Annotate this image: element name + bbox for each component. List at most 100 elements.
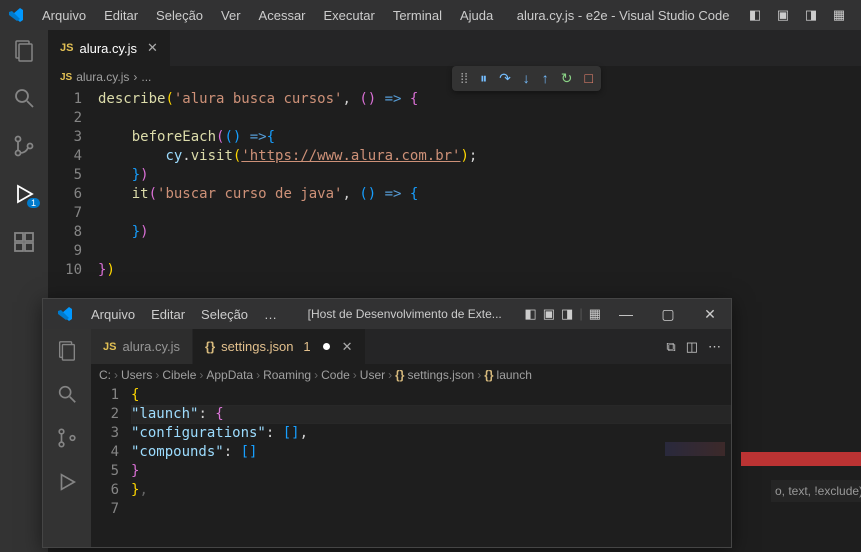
breadcrumb-more[interactable]: ...	[141, 70, 151, 84]
run-debug-icon[interactable]: 1	[12, 182, 36, 206]
debug-badge: 1	[27, 198, 40, 208]
json-file-icon: {}	[205, 339, 215, 354]
sub-code-lines[interactable]: { "launch": { "configurations": [], "com…	[131, 386, 731, 519]
modified-count: 1	[303, 339, 310, 354]
minimap-region	[665, 442, 725, 456]
bc-seg[interactable]: Code	[321, 368, 350, 382]
menu-ver[interactable]: Ver	[213, 4, 249, 27]
bc-seg[interactable]: launch	[497, 368, 532, 382]
tab-label: alura.cy.js	[79, 41, 137, 56]
extension-host-window[interactable]: Arquivo Editar Seleção … [Host de Desenv…	[42, 298, 732, 548]
menu-editar[interactable]: Editar	[96, 4, 146, 27]
panel-left-icon[interactable]: ◧	[524, 306, 536, 322]
main-menu: Arquivo Editar Seleção Ver Acessar Execu…	[34, 4, 501, 27]
sub-breadcrumb[interactable]: C:› Users› Cibele› AppData› Roaming› Cod…	[91, 364, 731, 386]
debug-restart-icon[interactable]: ↻	[561, 70, 573, 87]
breadcrumb-file[interactable]: alura.cy.js	[76, 70, 129, 84]
sub-titlebar: Arquivo Editar Seleção … [Host de Desenv…	[43, 299, 731, 329]
braces-icon: {}	[484, 368, 493, 382]
js-file-icon: JS	[103, 341, 116, 353]
sub-main-menu: Arquivo Editar Seleção …	[83, 303, 285, 326]
sub-window-title: [Host de Desenvolvimento de Exte...	[285, 307, 524, 321]
menu-terminal[interactable]: Terminal	[385, 4, 450, 27]
panel-bottom-icon[interactable]: ▣	[543, 306, 555, 322]
tab-label: settings.json	[221, 339, 293, 354]
vscode-logo-icon	[57, 306, 73, 322]
sub-menu-more[interactable]: …	[256, 303, 285, 326]
compare-icon[interactable]: ⧉	[666, 339, 675, 355]
debug-pause-icon[interactable]: ⏸	[480, 70, 487, 87]
layout-icon[interactable]: ▦	[829, 7, 849, 23]
bc-seg[interactable]: User	[360, 368, 385, 382]
line-gutter: 12345678910	[48, 90, 98, 280]
sub-activity-bar	[43, 329, 91, 547]
debug-step-into-icon[interactable]: ↓	[523, 70, 530, 87]
menu-acessar[interactable]: Acessar	[251, 4, 314, 27]
toggle-panel-bottom-icon[interactable]: ▣	[773, 7, 793, 23]
panel-right-icon[interactable]: ◨	[561, 306, 573, 322]
debug-step-out-icon[interactable]: ↑	[542, 70, 549, 87]
bc-seg[interactable]: settings.json	[407, 368, 474, 382]
tab-alura[interactable]: JS alura.cy.js ✕	[48, 30, 171, 66]
source-control-icon[interactable]	[12, 134, 36, 158]
sub-menu-arquivo[interactable]: Arquivo	[83, 303, 143, 326]
vscode-logo-icon	[8, 7, 24, 23]
minimize-icon[interactable]: —	[609, 306, 643, 323]
tab-bar: JS alura.cy.js ✕	[48, 30, 861, 66]
search-icon[interactable]	[12, 86, 36, 110]
sub-editor: JS alura.cy.js {} settings.json 1 ✕ ⧉ ◫ …	[91, 329, 731, 547]
search-icon[interactable]	[56, 383, 78, 405]
sub-menu-editar[interactable]: Editar	[143, 303, 193, 326]
run-debug-icon[interactable]	[56, 471, 78, 493]
code-lines[interactable]: describe('alura busca cursos', () => { b…	[98, 90, 861, 280]
split-editor-icon[interactable]: ◫	[686, 339, 698, 355]
sub-layout-controls: ◧ ▣ ◨ | ▦	[524, 306, 601, 322]
popup-tail: o, text, !exclude)	[771, 480, 861, 502]
sub-menu-selecao[interactable]: Seleção	[193, 303, 256, 326]
debug-drag-handle-icon[interactable]: ⁞⁞	[460, 70, 468, 87]
tab-actions: ⧉ ◫ ⋯	[666, 339, 731, 355]
bc-seg[interactable]: C:	[99, 368, 111, 382]
menu-ajuda[interactable]: Ajuda	[452, 4, 501, 27]
debug-toolbar[interactable]: ⁞⁞ ⏸ ↷ ↓ ↑ ↻ □	[452, 66, 601, 91]
sub-code-area[interactable]: 1234567 { "launch": { "configurations": …	[91, 386, 731, 519]
toggle-panel-right-icon[interactable]: ◨	[801, 7, 821, 23]
activity-bar: 1	[0, 30, 48, 552]
explorer-icon[interactable]	[12, 38, 36, 62]
toggle-panel-left-icon[interactable]: ◧	[745, 7, 765, 23]
close-icon[interactable]: ✕	[147, 40, 158, 56]
more-actions-icon[interactable]: ⋯	[708, 339, 721, 355]
titlebar: Arquivo Editar Seleção Ver Acessar Execu…	[0, 0, 861, 30]
bc-seg[interactable]: Users	[121, 368, 152, 382]
sub-tab-bar: JS alura.cy.js {} settings.json 1 ✕ ⧉ ◫ …	[91, 329, 731, 364]
json-file-icon: {}	[395, 368, 404, 382]
tab-label: alura.cy.js	[122, 339, 180, 354]
window-title: alura.cy.js - e2e - Visual Studio Code	[501, 8, 745, 23]
menu-arquivo[interactable]: Arquivo	[34, 4, 94, 27]
menu-executar[interactable]: Executar	[316, 4, 383, 27]
js-file-icon: JS	[60, 42, 73, 54]
code-area[interactable]: 12345678910 describe('alura busca cursos…	[48, 88, 861, 280]
sub-tab-alura[interactable]: JS alura.cy.js	[91, 329, 193, 364]
extensions-icon[interactable]	[12, 230, 36, 254]
modified-indicator-icon	[323, 343, 330, 350]
close-window-icon[interactable]: ✕	[693, 306, 727, 323]
js-file-icon: JS	[60, 72, 72, 83]
sub-gutter: 1234567	[91, 386, 131, 519]
bc-seg[interactable]: Cibele	[162, 368, 196, 382]
close-icon[interactable]: ✕	[342, 339, 353, 355]
error-overview-ruler	[741, 452, 861, 466]
layout-icon[interactable]: ▦	[589, 306, 601, 322]
sub-window-controls: — ▢ ✕	[609, 306, 727, 323]
bc-seg[interactable]: AppData	[206, 368, 253, 382]
debug-step-over-icon[interactable]: ↷	[499, 70, 511, 87]
maximize-icon[interactable]: ▢	[651, 306, 685, 323]
menu-selecao[interactable]: Seleção	[148, 4, 211, 27]
debug-stop-icon[interactable]: □	[585, 70, 593, 87]
explorer-icon[interactable]	[56, 339, 78, 361]
bc-seg[interactable]: Roaming	[263, 368, 311, 382]
chevron-right-icon: ›	[133, 70, 137, 84]
sub-tab-settings[interactable]: {} settings.json 1 ✕	[193, 329, 366, 364]
source-control-icon[interactable]	[56, 427, 78, 449]
layout-controls: ◧ ▣ ◨ ▦	[745, 7, 853, 23]
